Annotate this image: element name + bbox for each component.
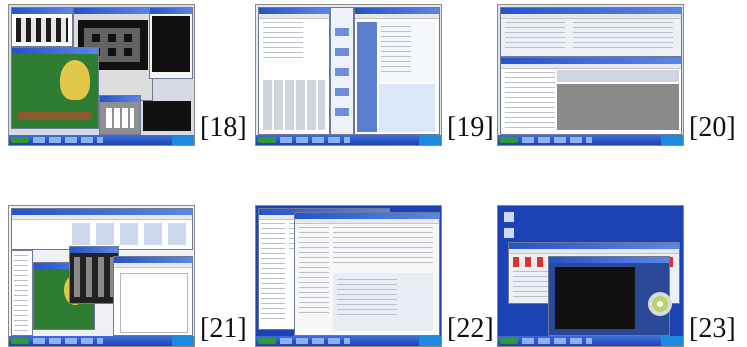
reference-number: [23]: [689, 313, 736, 344]
console-window: [143, 101, 191, 131]
figure-item-18: [18]: [8, 4, 248, 146]
taskbar: [9, 336, 194, 346]
taskbar: [498, 336, 683, 346]
file-manager-window: [258, 7, 330, 135]
figure-item-22: [22]: [255, 205, 494, 347]
desktop-icon: [504, 228, 514, 238]
golf-window: [11, 47, 99, 129]
disc-icon: [648, 292, 672, 316]
taskbar: [256, 336, 441, 346]
screenshot-18: [8, 4, 195, 146]
document-window: [113, 256, 193, 336]
system-tray: [419, 336, 441, 346]
kdevelop-window: [500, 7, 682, 57]
image-browser-window: [11, 208, 193, 250]
system-tray: [419, 135, 441, 145]
reference-number: [21]: [200, 313, 247, 344]
desktop-icon: [504, 212, 514, 222]
tree-panel: [11, 250, 33, 336]
thunderbird-window: [294, 212, 440, 336]
figure-item-20: [20]: [497, 4, 742, 146]
figure-item-21: [21]: [8, 205, 248, 347]
system-tray: [172, 135, 194, 145]
screenshot-20: [497, 4, 684, 146]
taskbar: [256, 135, 441, 145]
screenshot-19: [255, 4, 442, 146]
figure-item-19: [19]: [255, 4, 494, 146]
screenshot-22: [255, 205, 442, 347]
figure-item-23: [23]: [497, 205, 742, 347]
right-panel-window: [149, 7, 193, 79]
shortcut-sidebar: [330, 7, 354, 135]
system-tray: [172, 336, 194, 346]
screenshot-21: [8, 205, 195, 347]
dice-window: [99, 95, 141, 135]
taskbar: [9, 135, 194, 145]
editor-window: [500, 57, 682, 135]
system-tray: [661, 336, 683, 346]
taskbar: [498, 135, 683, 145]
reference-number: [18]: [200, 112, 247, 143]
browser-window: [354, 7, 440, 135]
reference-number: [22]: [447, 313, 494, 344]
reference-number: [19]: [447, 112, 494, 143]
game-window-back: [11, 7, 73, 47]
system-tray: [661, 135, 683, 145]
maze-window: [69, 246, 119, 304]
reference-number: [20]: [689, 112, 736, 143]
screenshot-23: [497, 205, 684, 347]
